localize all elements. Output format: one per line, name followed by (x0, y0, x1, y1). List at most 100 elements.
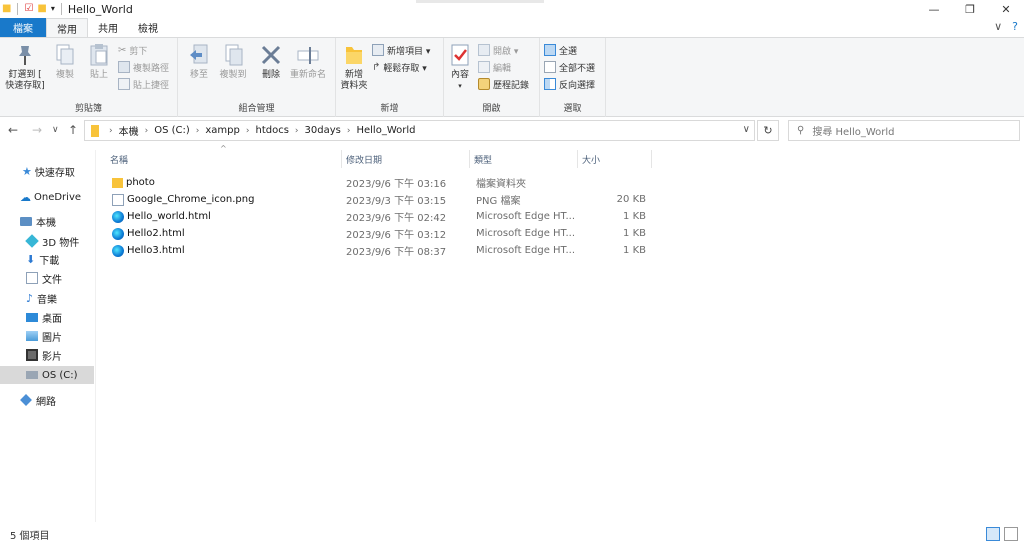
column-header-type[interactable]: 類型 (470, 150, 578, 168)
breadcrumb-item[interactable]: OS (C:) (154, 125, 190, 136)
paste-button[interactable]: 貼上 (86, 42, 112, 81)
file-row[interactable]: Google_Chrome_icon.png 2023/9/3 下午 03:15… (108, 191, 652, 208)
file-row[interactable]: Hello3.html 2023/9/6 下午 08:37 Microsoft … (108, 242, 652, 259)
search-input[interactable]: 搜尋 Hello_World (812, 123, 894, 138)
status-bar: 5 個項目 (0, 524, 1024, 544)
nav-item-network[interactable]: 網路 (0, 391, 94, 409)
window-controls: — ❐ ✕ (916, 0, 1024, 18)
open-icon (478, 44, 490, 56)
chevron-right-icon[interactable]: › (145, 126, 149, 136)
properties-button[interactable]: 內容 ▾ (448, 42, 472, 92)
nav-item-onedrive[interactable]: ☁ OneDrive (0, 188, 94, 206)
nav-item-label: 3D 物件 (42, 237, 80, 249)
nav-item-pictures[interactable]: 圖片 (0, 327, 94, 345)
move-to-button[interactable]: 移至 (184, 42, 214, 81)
computer-icon (20, 216, 32, 226)
tab-home[interactable]: 常用 (46, 18, 88, 37)
history-icon (478, 78, 490, 90)
file-row[interactable]: photo 2023/9/6 下午 03:16 檔案資料夾 (108, 174, 652, 191)
select-none-icon (544, 61, 556, 73)
column-header-size[interactable]: 大小 (578, 150, 652, 168)
nav-item-os-c[interactable]: OS (C:) (0, 366, 94, 384)
breadcrumb-item[interactable]: htdocs (255, 125, 288, 136)
copy-button[interactable]: 複製 (52, 42, 78, 81)
nav-item-quick-access[interactable]: ★ 快速存取 (0, 162, 94, 180)
tab-view[interactable]: 檢視 (128, 18, 168, 37)
file-name: Hello2.html (127, 228, 185, 239)
edit-label: 編輯 (493, 63, 512, 74)
maximize-button[interactable]: ❐ (952, 0, 988, 18)
copy-path-button[interactable]: 複製路徑 (118, 59, 169, 75)
breadcrumb-item[interactable]: 本機 (119, 123, 139, 138)
details-view-icon[interactable] (986, 527, 1000, 541)
ribbon: 釘選到 [ 快速存取] 複製 貼上 ✂ 剪下 複製路徑 貼上捷徑 剪貼簿 移至 … (0, 37, 1024, 117)
properties-check-icon[interactable]: ☑ (24, 3, 33, 15)
nav-item-desktop[interactable]: 桌面 (0, 308, 94, 326)
chevron-right-icon[interactable]: › (295, 126, 299, 136)
easy-access-button[interactable]: ↱ 輕鬆存取 ▾ (372, 59, 427, 75)
column-header-name[interactable]: 名稱 (106, 150, 342, 168)
delete-button[interactable]: 刪除 (258, 42, 284, 81)
recent-locations-chevron-icon[interactable]: ∨ (52, 125, 59, 135)
history-button[interactable]: 歷程記錄 (478, 76, 529, 92)
nav-item-downloads[interactable]: ⬇ 下載 (0, 250, 94, 268)
select-none-button[interactable]: 全部不選 (544, 59, 595, 75)
minimize-button[interactable]: — (916, 0, 952, 18)
nav-item-videos[interactable]: 影片 (0, 346, 94, 364)
tab-share[interactable]: 共用 (88, 18, 128, 37)
new-folder-button[interactable]: 新增 資料夾 (338, 42, 370, 92)
close-button[interactable]: ✕ (988, 0, 1024, 18)
breadcrumb-item[interactable]: 30days (305, 125, 341, 136)
copy-to-icon (221, 42, 245, 68)
new-item-button[interactable]: 新增項目 ▾ (372, 42, 430, 58)
chevron-right-icon[interactable]: › (347, 126, 351, 136)
paste-shortcut-button[interactable]: 貼上捷徑 (118, 76, 169, 92)
edit-button[interactable]: 編輯 (478, 59, 511, 75)
chevron-right-icon[interactable]: › (246, 126, 250, 136)
breadcrumb: › 本機 › OS (C:) › xampp › htdocs › 30days… (103, 123, 415, 138)
select-group: 全選 全部不選 反向選擇 選取 (540, 38, 606, 117)
invert-selection-button[interactable]: 反向選擇 (544, 76, 595, 92)
move-to-icon (187, 42, 211, 68)
search-box[interactable]: ⚲ 搜尋 Hello_World (788, 120, 1020, 141)
rename-label: 重新命名 (289, 70, 326, 80)
nav-item-label: 影片 (42, 351, 62, 363)
pin-quick-access-button[interactable]: 釘選到 [ 快速存取] (4, 42, 46, 92)
nav-item-documents[interactable]: 文件 (0, 269, 94, 287)
cut-label: 剪下 (129, 46, 148, 57)
new-group-label: 新增 (380, 104, 399, 114)
nav-item-this-pc[interactable]: 本機 (0, 212, 94, 230)
collapse-ribbon-button[interactable]: ∨ (994, 20, 1002, 33)
large-icons-view-icon[interactable] (1004, 527, 1018, 541)
customize-toolbar-icon[interactable]: ▾ (51, 3, 55, 15)
help-button[interactable]: ? (1012, 20, 1018, 33)
nav-item-3d-objects[interactable]: 3D 物件 (0, 232, 94, 250)
cut-button[interactable]: ✂ 剪下 (118, 42, 147, 58)
copy-label: 複製 (55, 70, 74, 80)
divider (60, 3, 62, 15)
file-row[interactable]: Hello_world.html 2023/9/6 下午 02:42 Micro… (108, 208, 652, 225)
breadcrumb-item[interactable]: Hello_World (356, 125, 415, 136)
pictures-icon (26, 331, 38, 341)
file-type: Microsoft Edge HT... (476, 245, 576, 256)
paste-shortcut-icon (118, 78, 130, 90)
open-button[interactable]: 開啟 ▾ (478, 42, 518, 58)
nav-item-music[interactable]: ♪ 音樂 (0, 289, 94, 307)
refresh-button[interactable]: ↻ (757, 120, 779, 141)
address-dropdown-chevron-icon[interactable]: ∨ (743, 124, 750, 135)
chevron-right-icon[interactable]: › (196, 126, 200, 136)
tab-file[interactable]: 檔案 (0, 18, 46, 37)
address-bar[interactable]: › 本機 › OS (C:) › xampp › htdocs › 30days… (84, 120, 755, 141)
back-arrow-icon[interactable]: ← (8, 123, 18, 137)
up-arrow-icon[interactable]: ↑ (68, 123, 78, 137)
copy-to-button[interactable]: 複製到 (216, 42, 250, 81)
file-row[interactable]: Hello2.html 2023/9/6 下午 03:12 Microsoft … (108, 225, 652, 242)
select-all-button[interactable]: 全選 (544, 42, 577, 58)
column-header-date[interactable]: 修改日期 (342, 150, 470, 168)
breadcrumb-item[interactable]: xampp (205, 125, 239, 136)
organize-group-label: 組合管理 (238, 104, 275, 114)
new-folder-icon[interactable]: ■ (37, 3, 46, 15)
rename-button[interactable]: 重新命名 (286, 42, 330, 81)
file-type: PNG 檔案 (476, 196, 521, 207)
forward-arrow-icon[interactable]: → (32, 123, 42, 137)
